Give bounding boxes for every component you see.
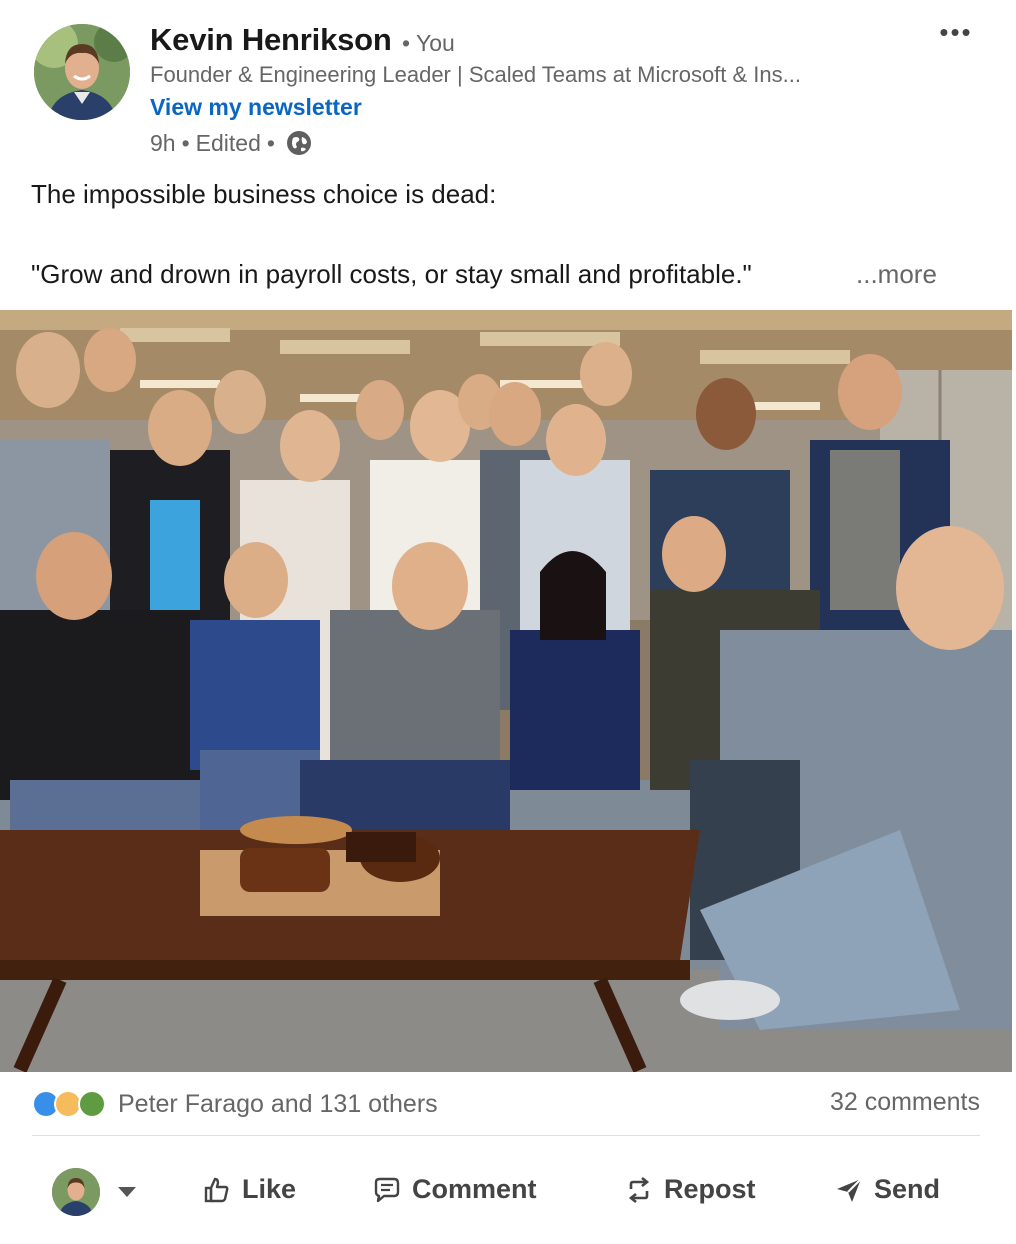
comments-count[interactable]: 32 comments	[830, 1088, 980, 1117]
avatar	[52, 1168, 100, 1216]
meta-separator: •	[181, 129, 190, 156]
repost-label: Repost	[664, 1174, 756, 1204]
post-text-line: The impossible business choice is dead:	[31, 179, 497, 209]
repost-icon	[628, 1176, 650, 1203]
reaction-icons	[32, 1088, 108, 1120]
like-label: Like	[242, 1174, 297, 1204]
send-icon	[837, 1177, 862, 1202]
globe-icon[interactable]	[285, 129, 313, 157]
comment-icon	[374, 1177, 400, 1202]
like-button[interactable]: Like	[202, 1174, 296, 1205]
comment-button[interactable]: Comment	[372, 1174, 537, 1205]
divider	[32, 1135, 980, 1136]
feed-post: Kevin Henrikson • You Founder & Engineer…	[0, 0, 1016, 1244]
author-relation: • You	[402, 30, 455, 56]
send-label: Send	[874, 1174, 941, 1204]
support-icon	[78, 1090, 106, 1118]
see-more-link[interactable]: ...more	[856, 259, 937, 290]
author-avatar[interactable]	[34, 24, 130, 120]
reactions-text[interactable]: Peter Farago and 131 others	[118, 1090, 438, 1119]
chevron-down-icon	[118, 1187, 136, 1197]
edited-label: Edited	[195, 129, 261, 156]
post-meta: 9h • Edited •	[150, 129, 313, 157]
action-bar: Like Comment Repost Send	[0, 1160, 1016, 1226]
thumbs-up-icon	[204, 1177, 229, 1202]
actor-switcher[interactable]	[52, 1168, 136, 1216]
post-image[interactable]	[0, 310, 1012, 1072]
reactions-summary[interactable]: Peter Farago and 131 others	[32, 1086, 438, 1122]
meta-separator: •	[266, 129, 275, 156]
newsletter-link[interactable]: View my newsletter	[150, 94, 362, 121]
author-headline: Founder & Engineering Leader | Scaled Te…	[150, 62, 801, 87]
send-button[interactable]: Send	[834, 1174, 940, 1205]
author-name[interactable]: Kevin Henrikson	[150, 22, 392, 58]
more-options-icon[interactable]: •••	[938, 19, 974, 52]
comment-label: Comment	[412, 1174, 537, 1204]
post-text-line: "Grow and drown in payroll costs, or sta…	[31, 259, 752, 289]
repost-button[interactable]: Repost	[624, 1174, 756, 1205]
post-time: 9h	[150, 129, 176, 156]
